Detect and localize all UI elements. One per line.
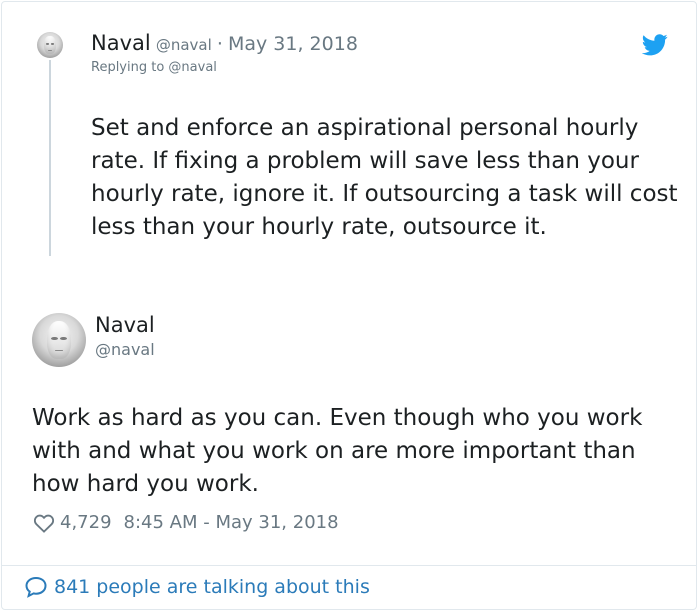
- reply-author-avatar[interactable]: [37, 32, 63, 58]
- tweet-text: Work as hard as you can. Even though who…: [32, 405, 643, 497]
- avatar-eye-right: [50, 43, 54, 45]
- like-count[interactable]: 4,729: [60, 512, 112, 533]
- heart-outline-icon[interactable]: [33, 513, 55, 533]
- reply-tweet-text: Set and enforce an aspirational personal…: [91, 115, 678, 240]
- thread-connector-line: [49, 60, 51, 256]
- speech-bubble-icon: [25, 576, 47, 598]
- reply-author-name[interactable]: Naval: [91, 31, 151, 55]
- avatar-eye-left: [51, 336, 58, 340]
- footer-divider: [2, 565, 696, 566]
- twitter-bird-icon[interactable]: [642, 34, 668, 56]
- avatar-eye-right: [60, 336, 67, 340]
- replying-to-label[interactable]: Replying to @naval: [91, 60, 217, 75]
- tweet-author-avatar[interactable]: [32, 313, 86, 367]
- tweet-author-name[interactable]: Naval: [95, 313, 155, 337]
- avatar-mouth: [47, 49, 53, 51]
- reply-header: Naval @naval · May 31, 2018: [91, 31, 358, 55]
- conversation-footer-link[interactable]: 841 people are talking about this: [24, 575, 370, 599]
- reply-author-handle[interactable]: @naval: [156, 36, 212, 54]
- reply-date[interactable]: May 31, 2018: [228, 33, 358, 55]
- tweet-author-handle[interactable]: @naval: [95, 340, 155, 359]
- header-separator: ·: [216, 33, 223, 55]
- tweet-meta-row: 4,729 8:45 AM - May 31, 2018: [33, 512, 339, 533]
- tweet-timestamp[interactable]: 8:45 AM - May 31, 2018: [124, 512, 339, 533]
- talking-about-label[interactable]: 841 people are talking about this: [54, 576, 370, 598]
- avatar-face: [47, 320, 71, 360]
- avatar-face: [44, 35, 56, 55]
